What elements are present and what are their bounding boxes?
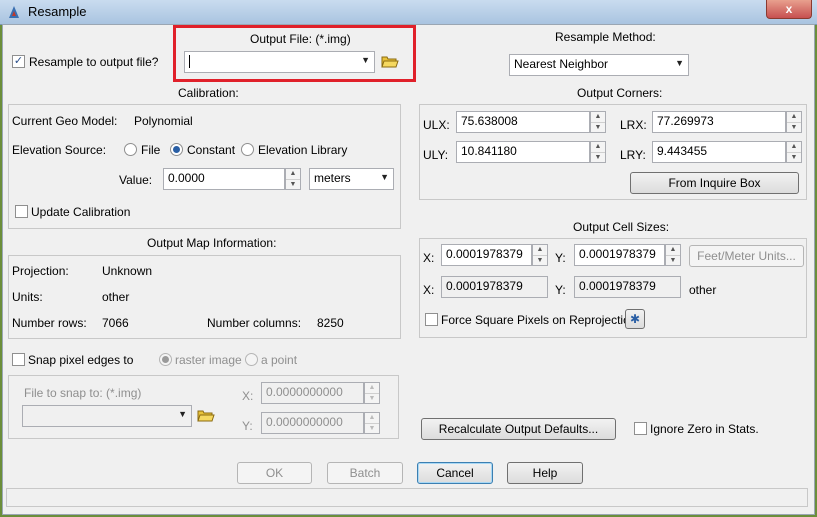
cell-unit-text: other xyxy=(689,283,717,297)
value-label: Value: xyxy=(119,173,153,187)
output-file-label: Output File: (*.img) xyxy=(250,32,351,46)
output-corners-heading: Output Corners: xyxy=(577,86,663,100)
snap-raster-radio[interactable] xyxy=(159,353,172,366)
ulx-input[interactable]: 75.638008 xyxy=(456,111,590,133)
snap-y-input[interactable]: 0.0000000000 xyxy=(261,412,364,434)
projection-label: Projection: xyxy=(12,264,69,278)
cell-y-label: Y: xyxy=(555,251,566,265)
force-square-pixels-checkbox[interactable] xyxy=(425,313,438,326)
projection-value: Unknown xyxy=(102,264,153,278)
cell-x-output: 0.0001978379 xyxy=(441,276,548,298)
resample-to-output-checkbox[interactable]: ✓ xyxy=(12,55,25,68)
cell-x-label: X: xyxy=(423,251,435,265)
folder-open-icon[interactable] xyxy=(197,407,215,423)
cancel-button[interactable]: Cancel xyxy=(417,462,493,484)
cell-y-output: 0.0001978379 xyxy=(574,276,681,298)
cell-x-stepper[interactable]: ▲ ▼ xyxy=(532,244,548,266)
ulx-label: ULX: xyxy=(423,118,450,132)
feet-meter-units-button[interactable]: Feet/Meter Units... xyxy=(689,245,804,267)
chevron-down-icon[interactable]: ▼ xyxy=(675,58,684,68)
elevation-library-radio[interactable] xyxy=(241,143,254,156)
uly-input[interactable]: 10.841180 xyxy=(456,141,590,163)
recalculate-defaults-button[interactable]: Recalculate Output Defaults... xyxy=(421,418,616,440)
snap-point-radio[interactable] xyxy=(245,353,258,366)
update-calibration-checkbox[interactable] xyxy=(15,205,28,218)
uly-stepper[interactable]: ▲ ▼ xyxy=(590,141,606,163)
cell-x-input[interactable]: 0.0001978379 xyxy=(441,244,532,266)
chevron-down-icon[interactable]: ▼ xyxy=(178,409,187,419)
resample-method-select[interactable]: Nearest Neighbor ▼ xyxy=(509,54,689,76)
ignore-zero-label: Ignore Zero in Stats. xyxy=(650,422,759,436)
lry-label: LRY: xyxy=(620,148,646,162)
lrx-stepper[interactable]: ▲ ▼ xyxy=(786,111,802,133)
rows-label: Number rows: xyxy=(12,316,87,330)
resample-method-value: Nearest Neighbor xyxy=(514,57,609,71)
lry-input[interactable]: 9.443455 xyxy=(652,141,786,163)
ulx-stepper[interactable]: ▲ ▼ xyxy=(590,111,606,133)
lry-stepper[interactable]: ▲ ▼ xyxy=(786,141,802,163)
status-bar xyxy=(6,488,808,507)
elevation-value-input[interactable]: 0.0000 xyxy=(163,168,285,190)
cell-x2-label: X: xyxy=(423,283,435,297)
elevation-value-stepper[interactable]: ▲ ▼ xyxy=(285,168,301,190)
snap-y-label: Y: xyxy=(242,419,253,433)
map-info-heading: Output Map Information: xyxy=(147,236,277,250)
elevation-file-label: File xyxy=(141,143,161,157)
chevron-down-icon[interactable]: ▼ xyxy=(361,55,370,65)
rows-value: 7066 xyxy=(102,316,129,330)
elevation-library-label: Elevation Library xyxy=(258,143,348,157)
snap-y-stepper[interactable]: ▲ ▼ xyxy=(364,412,380,434)
output-file-combo[interactable]: ▼ xyxy=(184,51,375,73)
folder-open-icon[interactable] xyxy=(381,53,399,69)
calibration-heading: Calibration: xyxy=(178,86,239,100)
snap-x-stepper[interactable]: ▲ ▼ xyxy=(364,382,380,404)
update-calibration-label: Update Calibration xyxy=(31,205,131,219)
elevation-constant-label: Constant xyxy=(187,143,236,157)
snap-raster-label: raster image xyxy=(175,353,242,367)
cell-sizes-heading: Output Cell Sizes: xyxy=(573,220,670,234)
geo-model-label: Current Geo Model: xyxy=(12,114,118,128)
title-bar xyxy=(0,0,817,25)
close-button[interactable]: x xyxy=(766,0,812,19)
snap-pixel-edges-checkbox[interactable] xyxy=(12,353,25,366)
resample-method-label: Resample Method: xyxy=(555,30,656,44)
elevation-constant-radio[interactable] xyxy=(170,143,183,156)
snap-x-label: X: xyxy=(242,389,254,403)
force-square-pixels-label: Force Square Pixels on Reprojection xyxy=(441,313,637,327)
elevation-file-radio[interactable] xyxy=(124,143,137,156)
app-icon xyxy=(6,4,22,20)
ok-button[interactable]: OK xyxy=(237,462,312,484)
ignore-zero-checkbox[interactable] xyxy=(634,422,647,435)
snap-file-label: File to snap to: (*.img) xyxy=(24,386,142,400)
asterisk-icon[interactable]: ✱ xyxy=(625,309,645,329)
units-value: other xyxy=(102,290,130,304)
text-cursor xyxy=(189,55,190,69)
snap-pixel-edges-label: Snap pixel edges to xyxy=(28,353,134,367)
lrx-label: LRX: xyxy=(620,118,647,132)
from-inquire-box-button[interactable]: From Inquire Box xyxy=(630,172,799,194)
help-button[interactable]: Help xyxy=(507,462,583,484)
geo-model-value: Polynomial xyxy=(134,114,193,128)
snap-file-combo[interactable]: ▼ xyxy=(22,405,192,427)
window-title: Resample xyxy=(28,4,87,19)
resample-to-output-label: Resample to output file? xyxy=(29,55,159,69)
cell-y-stepper[interactable]: ▲ ▼ xyxy=(665,244,681,266)
elevation-source-label: Elevation Source: xyxy=(12,143,107,157)
cell-y-input[interactable]: 0.0001978379 xyxy=(574,244,665,266)
snap-point-label: a point xyxy=(261,353,298,367)
elevation-unit-select[interactable]: meters ▼ xyxy=(309,168,394,190)
uly-label: ULY: xyxy=(423,148,449,162)
batch-button[interactable]: Batch xyxy=(327,462,403,484)
snap-x-input[interactable]: 0.0000000000 xyxy=(261,382,364,404)
elevation-unit-value: meters xyxy=(314,171,351,185)
columns-label: Number columns: xyxy=(207,316,302,330)
units-label: Units: xyxy=(12,290,43,304)
lrx-input[interactable]: 77.269973 xyxy=(652,111,786,133)
cell-y2-label: Y: xyxy=(555,283,566,297)
columns-value: 8250 xyxy=(317,316,344,330)
chevron-down-icon[interactable]: ▼ xyxy=(380,172,389,182)
